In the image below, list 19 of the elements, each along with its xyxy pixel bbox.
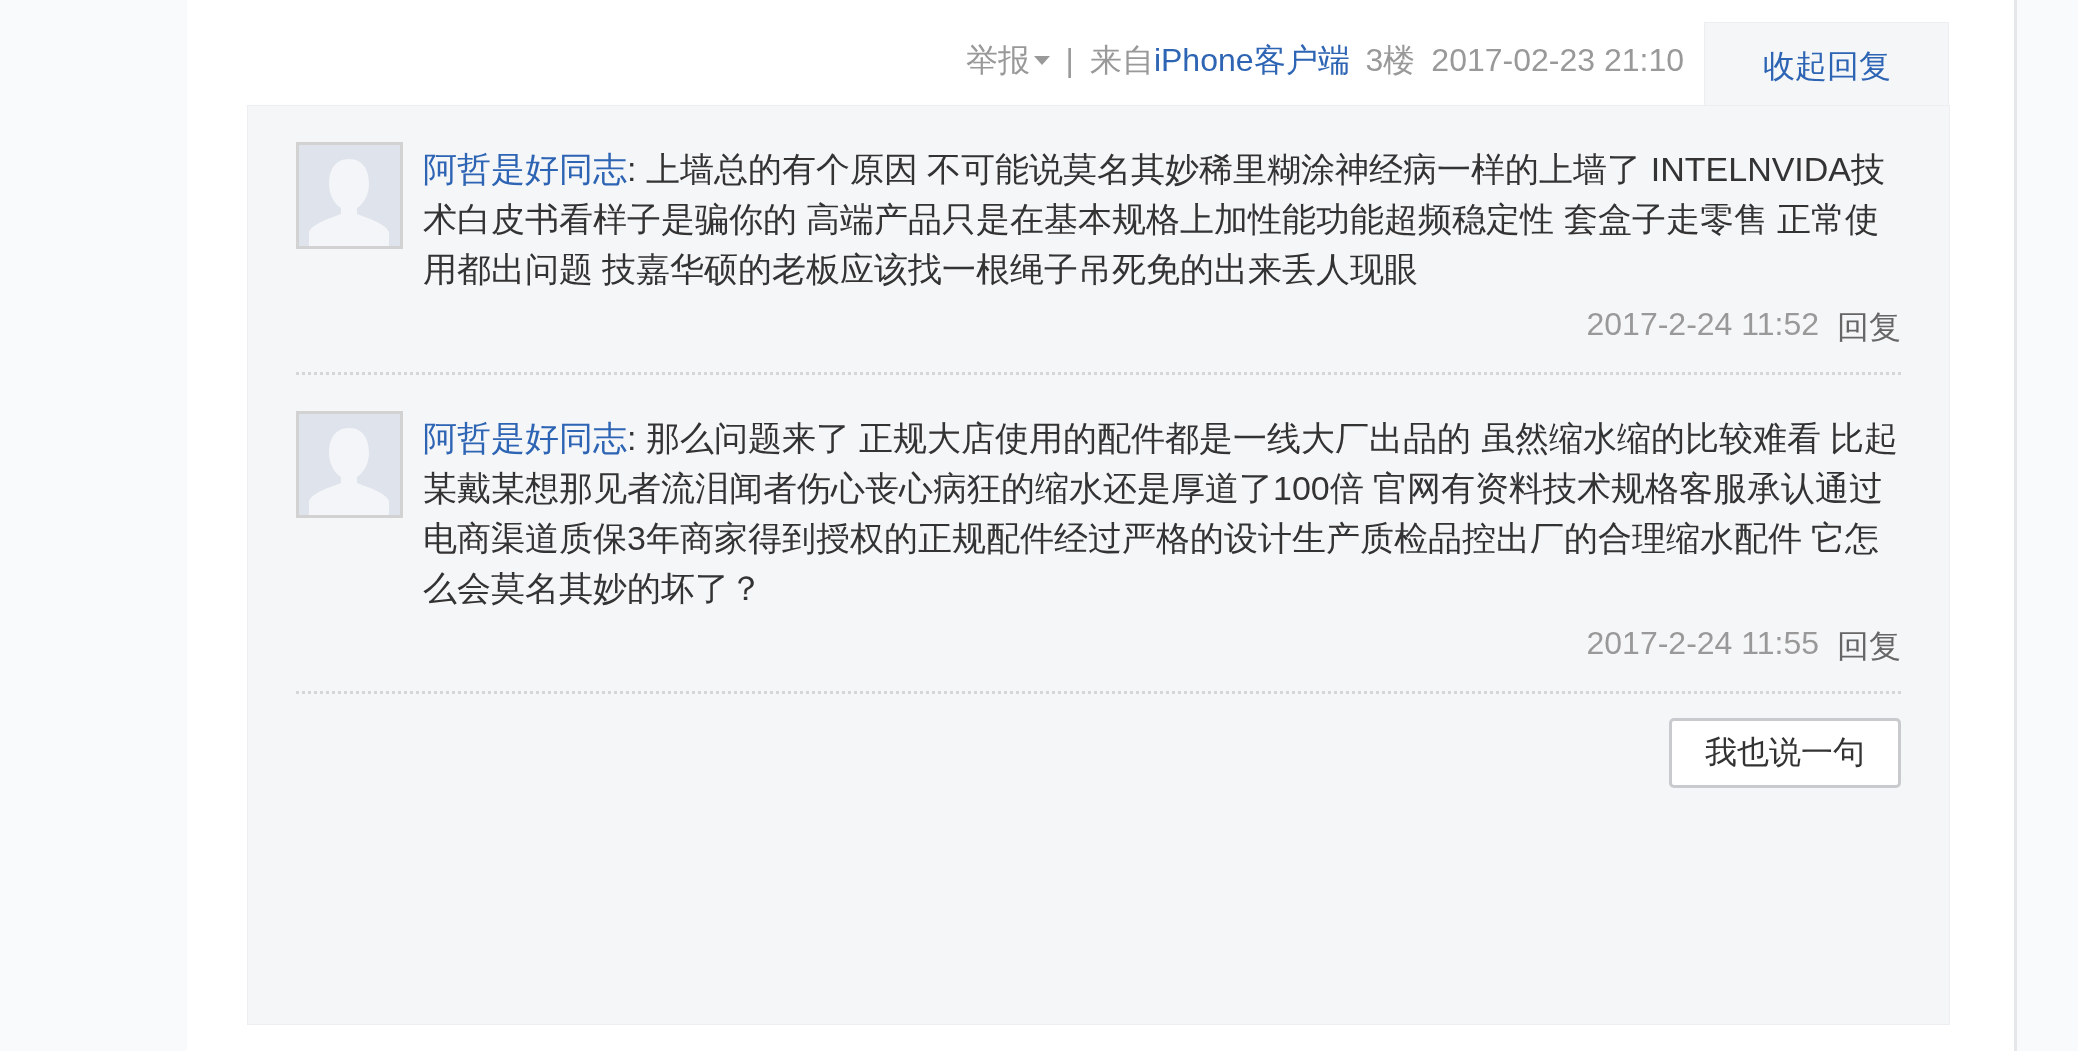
avatar-placeholder[interactable] xyxy=(296,411,403,518)
dropdown-caret-icon[interactable] xyxy=(1033,55,1050,66)
avatar-placeholder[interactable] xyxy=(296,142,403,249)
floor-number: 3楼 xyxy=(1365,40,1416,80)
collapse-replies-tab[interactable]: 收起回复 xyxy=(1704,22,1949,105)
source-label: 来自 iPhone客户端 xyxy=(1089,40,1350,80)
reply-time: 2017-2-24 11:55 xyxy=(1586,625,1819,663)
reply-link[interactable]: 回复 xyxy=(1837,306,1901,350)
source-link[interactable]: iPhone客户端 xyxy=(1153,41,1350,78)
reply-link[interactable]: 回复 xyxy=(1837,625,1901,669)
reply-time: 2017-2-24 11:52 xyxy=(1586,306,1819,344)
username-link[interactable]: 阿哲是好同志 xyxy=(423,150,627,188)
username-link[interactable]: 阿哲是好同志 xyxy=(423,419,627,457)
post-time: 2017-02-23 21:10 xyxy=(1431,42,1684,79)
reply-text: 阿哲是好同志: 那么问题来了 正规大店使用的配件都是一线大厂出品的 虽然缩水缩的比较难看 比起某戴某想那见者流泪闻者伤心丧心病狂的缩水还是厚道了100倍 官网有资料技术规格客服承认通过电商渠道质保3年商家得到授权的正规配件经过严格的设计生产质检品控出厂的合理缩水配件 它怎么会莫名其妙的坏了？ xyxy=(423,418,1900,609)
reply-text: 阿哲是好同志: 上墙总的有个原因 不可能说莫名其妙稀里糊涂神经病一样的上墙了 INTELNVIDA技术白皮书看样子是骗你的 高端产品只是在基本规格上加性能功能超频稳定性 套盒子走零售 正常使用都出问题 技嘉华硕的老板应该找一根绳子吊死免的出来丢人现眼 xyxy=(423,149,1887,290)
report-link[interactable]: 举报 xyxy=(965,38,1030,83)
separator: | xyxy=(1065,42,1074,79)
reply-button[interactable]: 我也说一句 xyxy=(1669,718,1901,788)
